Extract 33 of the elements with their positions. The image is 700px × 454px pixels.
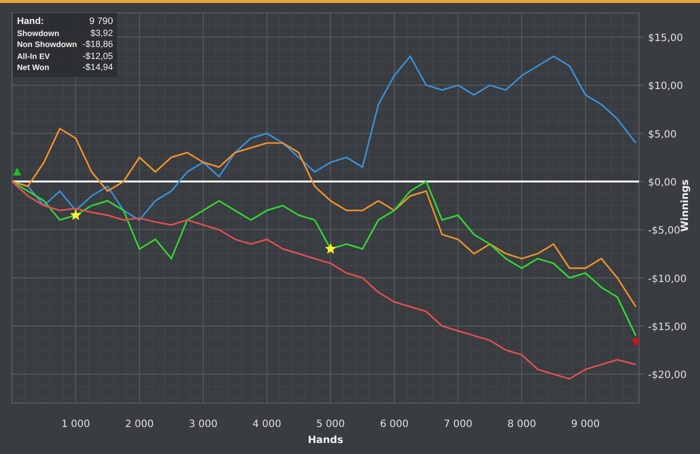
y-tick-label: $10,00: [648, 81, 683, 92]
stat-value: -$12,05: [82, 50, 113, 62]
stat-label: Hand:: [17, 16, 44, 28]
stat-label: Showdown: [17, 28, 60, 39]
y-tick-label: $5,00: [648, 129, 677, 140]
x-tick-label: 1 000: [61, 419, 90, 430]
y-tick-label: -$20,00: [648, 370, 687, 382]
y-tick-label: -$5,00: [648, 226, 680, 237]
stat-value: 9 790: [89, 16, 113, 28]
stat-label: Non Showdown: [17, 39, 77, 50]
x-tick-label: 6 000: [380, 419, 409, 430]
x-tick-label: 9 000: [571, 419, 600, 430]
triangle-icon: [13, 168, 22, 176]
x-tick-label: 5 000: [316, 419, 345, 430]
x-tick-label: 8 000: [507, 419, 536, 430]
y-tick-label: $15,00: [648, 33, 683, 44]
x-tick-label: 7 000: [444, 419, 472, 430]
x-tick-label: 4 000: [252, 419, 282, 430]
triangle-icon: [632, 338, 640, 347]
y-axis-title: Winnings: [680, 179, 691, 232]
stat-label: All-In EV: [17, 50, 50, 62]
y-tick-label: -$15,00: [648, 322, 687, 333]
x-tick-label: 3 000: [188, 419, 218, 430]
star-icon: [324, 242, 336, 254]
x-tick-label: 2 000: [125, 419, 154, 430]
y-tick-label: -$10,00: [648, 274, 687, 285]
y-tick-label: $0,00: [648, 178, 677, 189]
stat-value: -$14,94: [82, 62, 113, 74]
stat-value: -$18,86: [82, 39, 113, 50]
stat-label: Net Won: [17, 62, 50, 74]
x-axis-title: Hands: [308, 435, 344, 446]
star-icon: [70, 209, 82, 220]
stat-value: $3,92: [90, 28, 113, 39]
